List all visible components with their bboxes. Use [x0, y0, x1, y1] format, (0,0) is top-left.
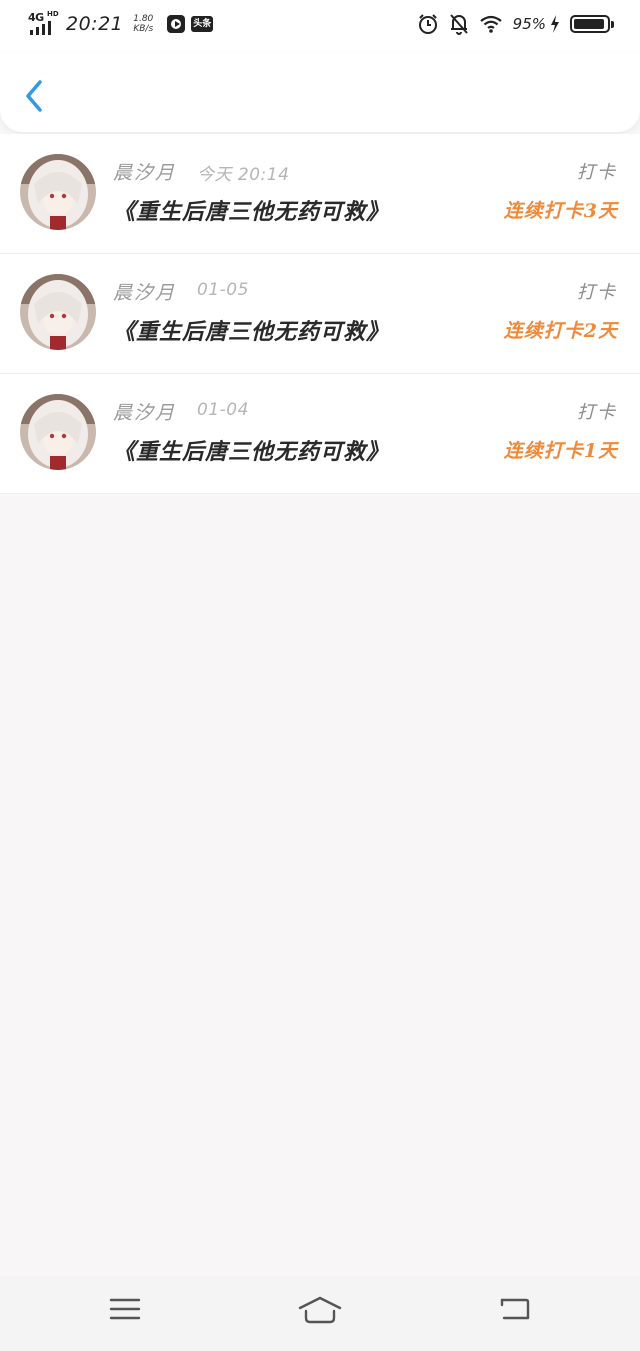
item-username: 晨汐月 [113, 162, 177, 184]
clock: 20:21 [66, 13, 124, 35]
menu-icon [109, 1298, 141, 1320]
system-nav-bar [0, 1276, 640, 1351]
item-date: 01-04 [197, 400, 249, 420]
checkin-list: 晨汐月 今天 20:14 打卡 《重生后唐三他无药可救》 连续打卡3天 晨汐月 … [0, 134, 640, 494]
video-app-icon [167, 15, 186, 33]
mute-bell-icon [449, 14, 468, 35]
charging-icon [551, 15, 559, 33]
list-item[interactable]: 晨汐月 01-04 打卡 《重生后唐三他无药可救》 连续打卡1天 [0, 374, 640, 494]
list-item[interactable]: 晨汐月 今天 20:14 打卡 《重生后唐三他无药可救》 连续打卡3天 [0, 134, 640, 254]
item-book-title[interactable]: 《重生后唐三他无药可救》 [113, 194, 389, 226]
alarm-icon [418, 14, 437, 34]
speed-value: 1.80 [133, 14, 154, 24]
back-nav-icon [500, 1298, 530, 1320]
home-button[interactable] [292, 1294, 348, 1334]
toutiao-badge: 头条 [191, 16, 214, 32]
item-book-title[interactable]: 《重生后唐三他无药可救》 [113, 434, 389, 466]
back-nav-button[interactable] [487, 1294, 543, 1334]
status-bar: 4G HD 20:21 1.80 KB/s 头条 95% [0, 0, 640, 52]
wifi-icon [479, 15, 502, 33]
battery-percent: 95% [512, 15, 546, 33]
item-type-label: 打卡 [577, 402, 617, 423]
home-icon [298, 1296, 342, 1324]
network-hd: HD [47, 10, 59, 18]
item-username: 晨汐月 [113, 282, 177, 304]
back-button[interactable] [18, 76, 54, 116]
list-item[interactable]: 晨汐月 01-05 打卡 《重生后唐三他无药可救》 连续打卡2天 [0, 254, 640, 374]
item-username: 晨汐月 [113, 402, 177, 424]
avatar[interactable] [20, 154, 96, 230]
nav-header [0, 52, 640, 132]
item-streak: 连续打卡2天 [503, 320, 618, 342]
item-type-label: 打卡 [577, 162, 617, 183]
item-date: 01-05 [197, 280, 249, 300]
menu-button[interactable] [97, 1294, 153, 1334]
network-speed: 1.80 KB/s [131, 14, 155, 34]
item-type-label: 打卡 [577, 282, 617, 303]
item-streak: 连续打卡1天 [503, 440, 618, 462]
battery-icon [570, 15, 614, 33]
item-date: 今天 20:14 [197, 165, 290, 185]
item-streak: 连续打卡3天 [503, 200, 618, 222]
item-book-title[interactable]: 《重生后唐三他无药可救》 [113, 314, 389, 346]
speed-unit: KB/s [133, 24, 154, 34]
chevron-left-icon [26, 80, 42, 112]
avatar[interactable] [20, 394, 96, 470]
avatar[interactable] [20, 274, 96, 350]
signal-icon: 4G HD [28, 10, 59, 37]
